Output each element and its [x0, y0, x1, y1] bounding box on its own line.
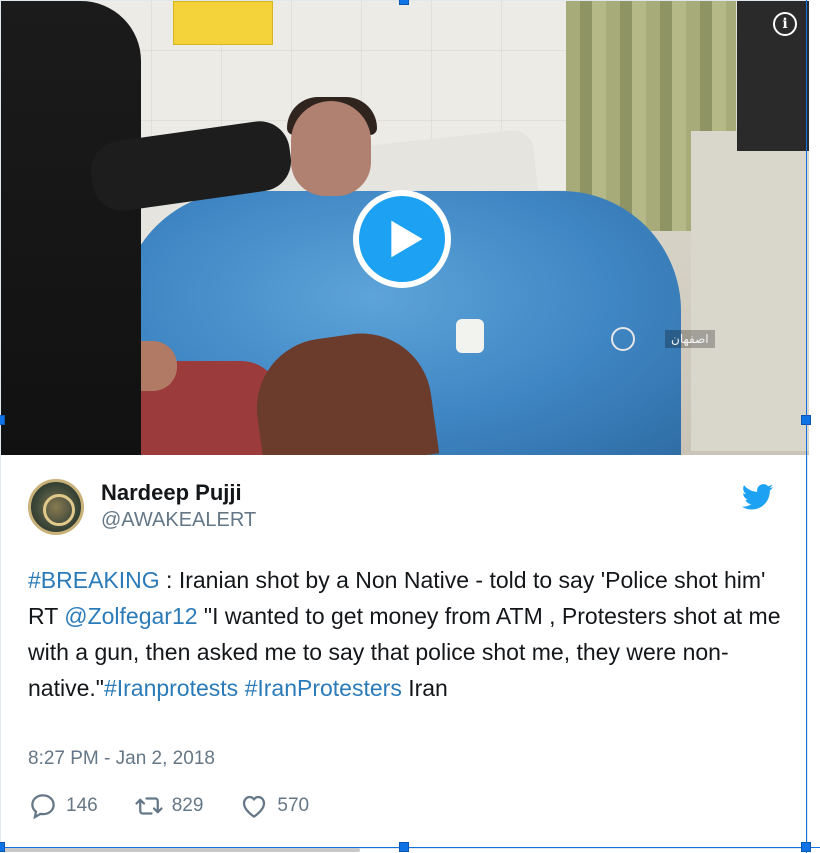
channel-logo-icon [611, 327, 635, 351]
author-handle[interactable]: @AWAKEALERT [101, 506, 256, 534]
standing-person [1, 1, 141, 455]
selection-border-right [806, 0, 807, 853]
patient-head [291, 101, 371, 196]
resize-handle-bottom[interactable] [399, 842, 409, 852]
hashtag-breaking-link[interactable]: #BREAKING [28, 567, 160, 593]
horizontal-scrollbar[interactable] [0, 848, 360, 852]
tweet-embed: اصفهان i Nardeep Pujji @AWAKEALERT #BREA… [0, 0, 809, 849]
hashtag-iranprotesters-link[interactable]: #IranProtesters [245, 675, 402, 701]
play-button[interactable] [353, 190, 451, 288]
play-icon [391, 220, 423, 258]
retweet-button[interactable]: 829 [134, 791, 204, 821]
resize-handle-left[interactable] [0, 415, 5, 425]
like-count: 570 [277, 795, 310, 816]
resize-handle-right[interactable] [801, 415, 811, 425]
heart-icon [243, 795, 266, 818]
right-wall [691, 131, 809, 451]
avatar[interactable] [28, 479, 84, 535]
tweet-text-segment: RT [28, 603, 65, 629]
like-button[interactable]: 570 [239, 791, 309, 821]
tweet-text-segment: Iran [401, 675, 448, 701]
tweet-text-segment: : Iranian shot by a Non Native - told to… [159, 567, 766, 593]
resize-handle-top[interactable] [399, 0, 409, 5]
hashtag-iranprotests-link[interactable]: #Iranprotests [104, 675, 238, 701]
wall-poster [173, 1, 273, 45]
author-name[interactable]: Nardeep Pujji [101, 480, 256, 506]
tweet-actions: 146 829 570 [28, 791, 345, 821]
wrist-band [456, 319, 484, 353]
tweet-author[interactable]: Nardeep Pujji @AWAKEALERT [28, 479, 256, 535]
retweet-icon [135, 797, 163, 815]
overlay-location-text: اصفهان [665, 330, 715, 348]
retweet-count: 829 [171, 795, 204, 816]
tweet-timestamp[interactable]: 8:27 PM - Jan 2, 2018 [28, 748, 215, 770]
twitter-bird-icon[interactable] [742, 484, 774, 510]
reply-button[interactable]: 146 [28, 791, 98, 821]
info-icon[interactable]: i [773, 12, 797, 36]
tweet-text: #BREAKING : Iranian shot by a Non Native… [28, 562, 788, 706]
reply-icon [31, 794, 55, 820]
reply-count: 146 [66, 795, 98, 816]
mention-zolfegar12-link[interactable]: @Zolfegar12 [64, 603, 197, 629]
resize-handle-bottom-right[interactable] [801, 842, 811, 852]
tv-channel-overlay: اصفهان [609, 323, 749, 355]
resize-handle-bottom-left[interactable] [0, 842, 5, 852]
video-thumbnail[interactable]: اصفهان i [1, 1, 809, 455]
